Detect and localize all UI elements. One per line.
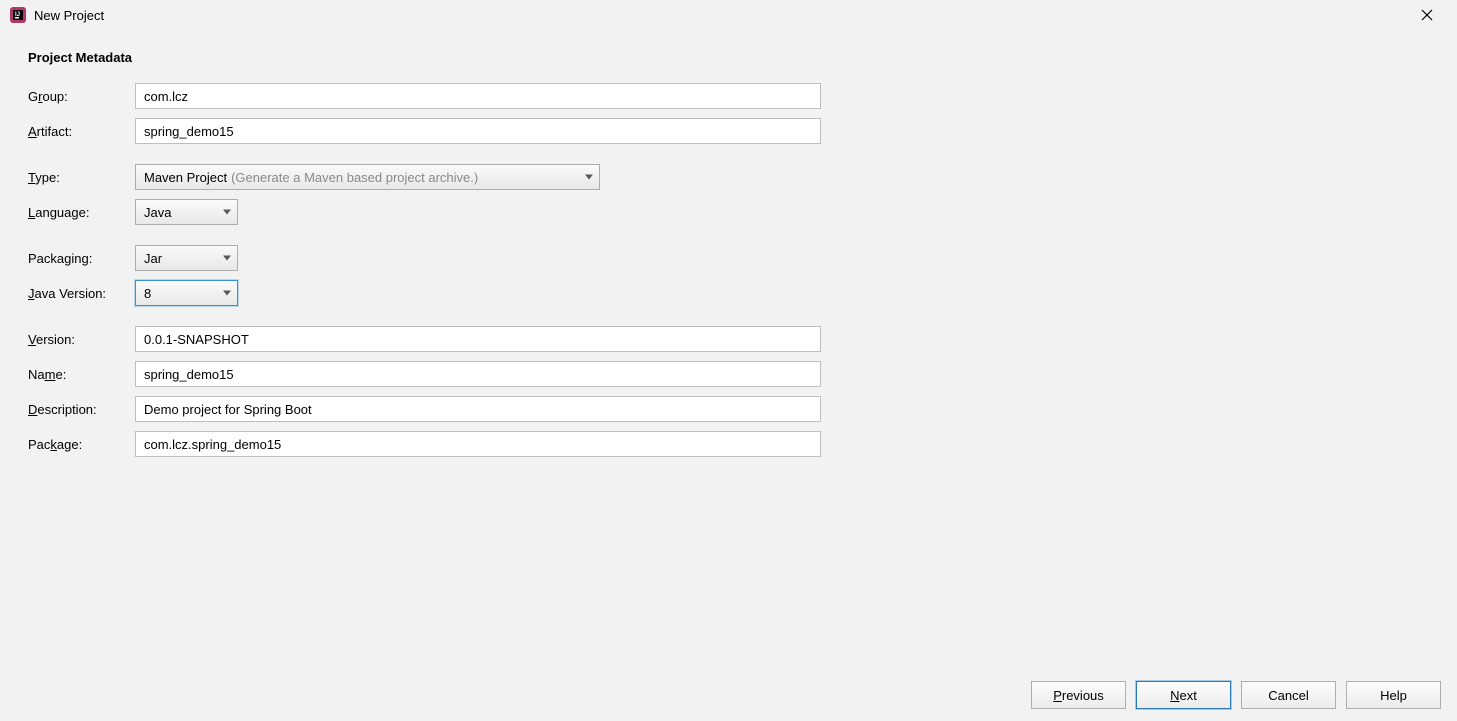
type-combo-value: Maven Project <box>144 170 227 185</box>
language-combo[interactable]: Java <box>135 199 238 225</box>
packaging-label: Packaging: <box>28 251 135 266</box>
type-combo-hint: (Generate a Maven based project archive.… <box>231 170 478 185</box>
content-area: Project Metadata Group: Artifact: Type: … <box>0 30 1457 486</box>
java-version-combo[interactable]: 8 <box>135 280 238 306</box>
java-version-combo-value: 8 <box>144 286 151 301</box>
artifact-input[interactable] <box>135 118 821 144</box>
version-label: Version: <box>28 332 135 347</box>
java-version-label: Java Version: <box>28 286 135 301</box>
description-label: Description: <box>28 402 135 417</box>
chevron-down-icon <box>223 210 231 215</box>
group-input[interactable] <box>135 83 821 109</box>
package-label: Package: <box>28 437 135 452</box>
previous-button[interactable]: Previous <box>1031 681 1126 709</box>
type-combo[interactable]: Maven Project (Generate a Maven based pr… <box>135 164 600 190</box>
type-label: Type: <box>28 170 135 185</box>
artifact-label: Artifact: <box>28 124 135 139</box>
package-input[interactable] <box>135 431 821 457</box>
language-combo-value: Java <box>144 205 171 220</box>
help-button[interactable]: Help <box>1346 681 1441 709</box>
title-bar: IJ New Project <box>0 0 1457 30</box>
svg-text:IJ: IJ <box>15 12 20 18</box>
chevron-down-icon <box>223 291 231 296</box>
group-label: Group: <box>28 89 135 104</box>
packaging-combo[interactable]: Jar <box>135 245 238 271</box>
language-label: Language: <box>28 205 135 220</box>
close-icon <box>1421 9 1433 21</box>
footer-buttons: Previous Next Cancel Help <box>1031 681 1441 709</box>
section-title: Project Metadata <box>28 50 1429 65</box>
chevron-down-icon <box>223 256 231 261</box>
close-button[interactable] <box>1407 3 1447 27</box>
name-input[interactable] <box>135 361 821 387</box>
version-input[interactable] <box>135 326 821 352</box>
description-input[interactable] <box>135 396 821 422</box>
packaging-combo-value: Jar <box>144 251 162 266</box>
app-icon: IJ <box>10 7 26 23</box>
chevron-down-icon <box>585 175 593 180</box>
next-button[interactable]: Next <box>1136 681 1231 709</box>
name-label: Name: <box>28 367 135 382</box>
window-title: New Project <box>34 8 1407 23</box>
cancel-button[interactable]: Cancel <box>1241 681 1336 709</box>
